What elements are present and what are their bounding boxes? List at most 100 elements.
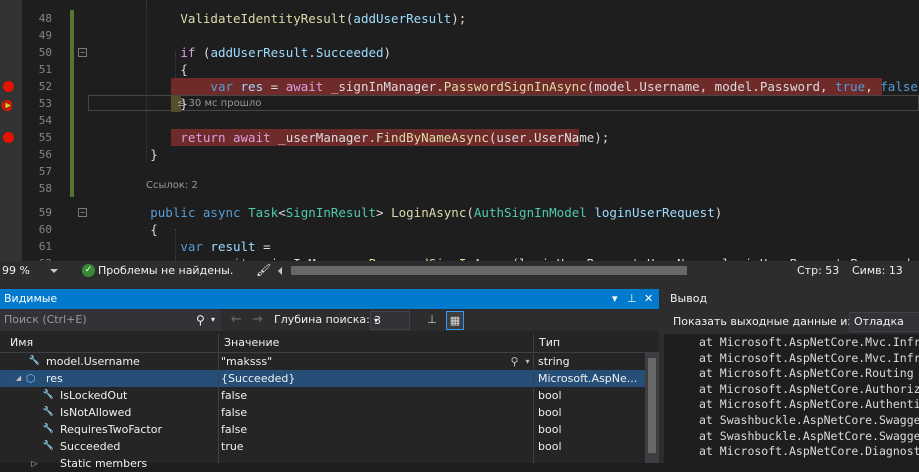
table-row[interactable]: 🔧 IsNotAllowed false bool — [0, 404, 645, 421]
line-number: 58 — [38, 182, 52, 195]
code-line-55[interactable]: 55 return await _userManager.FindByNameA… — [0, 129, 919, 146]
cursor-line: Стр: 53 — [797, 264, 840, 277]
code-line-50[interactable]: 50 − if (addUserResult.Succeeded) — [0, 44, 919, 61]
variable-name: Static members — [60, 457, 148, 470]
variable-name: RequiresTwoFactor — [60, 423, 163, 436]
variable-value[interactable]: false — [221, 421, 531, 438]
column-name[interactable]: Имя — [4, 334, 33, 352]
table-row[interactable]: 🔧 RequiresTwoFactor false bool — [0, 421, 645, 438]
output-line: at Swashbuckle.AspNetCore.Swagge — [699, 413, 919, 427]
code-line-59[interactable]: 59 − public async Task<SignInResult> Logi… — [0, 204, 919, 221]
code-line-58[interactable]: 58 — [0, 180, 919, 197]
table-row[interactable]: ▷ Static members — [0, 455, 645, 472]
pin-icon[interactable]: ⊥ — [424, 311, 440, 328]
variable-type: Microsoft.AspNe... — [538, 372, 638, 385]
hex-display-icon[interactable]: ▦ — [446, 311, 464, 330]
zoom-level[interactable]: 99 % — [2, 261, 30, 280]
code-line-57[interactable]: 57 — [0, 163, 919, 180]
line-number: 59 — [38, 206, 52, 219]
code-text: public async Task<SignInResult> LoginAsy… — [150, 205, 723, 220]
code-text: var result = — [180, 239, 271, 254]
line-number: 51 — [38, 63, 52, 76]
variable-value[interactable]: true — [221, 438, 531, 455]
line-number: 57 — [38, 165, 52, 178]
close-icon[interactable]: ✕ — [644, 289, 653, 309]
brush-icon[interactable]: 🖌 — [256, 261, 271, 280]
issues-status[interactable]: Проблемы не найдены. — [98, 261, 233, 280]
editor-status-strip: 99 % ✓ Проблемы не найдены. 🖌 Стр: 53 Си… — [0, 261, 919, 280]
output-source-select[interactable]: Отладка — [849, 312, 919, 332]
table-row[interactable]: 🔧 model.Username "maksss" ⚲ ▾ string — [0, 353, 645, 370]
breakpoint-icon[interactable] — [3, 81, 14, 92]
code-line-54[interactable]: 54 — [0, 112, 919, 129]
output-line: at Microsoft.AspNetCore.Authenti — [699, 397, 919, 412]
code-editor[interactable]: 48 ValidateIdentityResult(addUserResult)… — [0, 0, 919, 261]
output-line: at Microsoft.AspNetCore.Mvc.Infr — [699, 350, 919, 365]
perf-tip[interactable]: ≤ 30 мс прошло — [177, 95, 261, 112]
code-text: } — [90, 147, 158, 162]
forward-arrow-icon[interactable]: → — [252, 309, 263, 331]
variable-type: bool — [538, 406, 562, 419]
code-line-56[interactable]: 56 } — [0, 146, 919, 163]
table-row[interactable]: 🔧 Succeeded true bool — [0, 438, 645, 455]
back-arrow-icon[interactable]: ← — [231, 309, 242, 331]
locals-window[interactable]: Видимые ▾ ⊥ ✕ Поиск (Ctrl+E) ⚲ ▾ ← → Глу… — [0, 289, 659, 470]
table-row[interactable]: 🔧 IsLockedOut false bool — [0, 387, 645, 404]
line-number: 52 — [38, 80, 52, 93]
search-icon[interactable]: ⚲ — [196, 309, 205, 331]
cursor-column: Симв: 13 — [852, 264, 903, 277]
output-line: at Microsoft.AspNetCore.Authoriz — [699, 381, 919, 396]
line-number: 61 — [38, 240, 52, 253]
variable-type: bool — [538, 440, 562, 453]
output-line: at Microsoft.AspNetCore.Mvc.Infr — [699, 335, 919, 349]
code-line-60[interactable]: 60 { — [0, 221, 919, 238]
code-line-49[interactable]: 49 — [0, 27, 919, 44]
line-number: 56 — [38, 148, 52, 161]
code-line-52[interactable]: 52 var res = await _signInManager.Passwo… — [0, 78, 919, 95]
code-line-48[interactable]: 48 ValidateIdentityResult(addUserResult)… — [0, 10, 919, 27]
variable-value[interactable]: "maksss" — [221, 353, 531, 370]
locals-toolbar: Поиск (Ctrl+E) ⚲ ▾ ← → Глубина поиска: 3… — [0, 309, 659, 331]
window-menu-icon[interactable]: ▾ — [612, 289, 618, 309]
search-depth-select[interactable]: 3 ▾ — [370, 311, 410, 330]
collapse-icon[interactable]: − — [78, 48, 87, 57]
locals-search-box[interactable]: Поиск (Ctrl+E) ⚲ ▾ — [0, 309, 221, 331]
code-lens-references[interactable]: Ссылок: 2 — [146, 179, 198, 193]
variable-name: IsNotAllowed — [60, 406, 132, 419]
collapse-icon[interactable]: − — [78, 208, 87, 217]
pin-icon[interactable]: ⊥ — [627, 289, 637, 309]
variable-type: string — [538, 355, 570, 368]
expand-icon[interactable]: ▷ — [28, 457, 41, 470]
output-line: at Microsoft.AspNetCore.Diagnost — [699, 444, 919, 459]
variable-value[interactable]: false — [221, 387, 531, 404]
horizontal-scrollbar-thumb[interactable] — [291, 266, 687, 275]
variable-value[interactable]: false — [221, 404, 531, 421]
variable-value[interactable]: {Succeeded} — [221, 370, 531, 387]
output-line: at Swashbuckle.AspNetCore.Swagge — [699, 428, 919, 443]
locals-vertical-scrollbar[interactable] — [645, 352, 659, 463]
check-icon: ✓ — [82, 264, 95, 277]
code-text: if (addUserResult.Succeeded) — [180, 45, 392, 60]
column-value[interactable]: Значение — [218, 334, 279, 352]
code-line-51[interactable]: 51 { — [0, 61, 919, 78]
text-visualizer-icon[interactable]: ⚲ — [508, 355, 521, 368]
column-type[interactable]: Тип — [533, 334, 560, 352]
code-line-53[interactable]: 53 ≤ 30 мс прошло } — [0, 95, 919, 112]
current-line-arrow-icon — [1, 97, 15, 111]
output-title-bar[interactable]: Вывод — [664, 289, 919, 309]
scroll-left-icon[interactable] — [278, 267, 282, 275]
table-row[interactable]: ◢ ⬡ res {Succeeded} Microsoft.AspNe... — [0, 370, 645, 387]
code-text: { — [90, 62, 188, 77]
locals-search-input[interactable]: Поиск (Ctrl+E) — [4, 309, 87, 331]
locals-title-bar[interactable]: Видимые ▾ ⊥ ✕ — [0, 289, 659, 309]
output-window[interactable]: Вывод Показать выходные данные из: Отлад… — [664, 289, 919, 463]
code-line-61[interactable]: 61 var result = — [0, 238, 919, 255]
output-toolbar: Показать выходные данные из: Отладка — [664, 309, 919, 334]
breakpoint-icon[interactable] — [3, 132, 14, 143]
variable-type: bool — [538, 389, 562, 402]
search-depth-label: Глубина поиска: — [274, 313, 370, 326]
search-options-icon[interactable]: ▾ — [211, 309, 215, 331]
code-text: { — [90, 222, 158, 237]
object-icon: ⬡ — [25, 372, 36, 385]
zoom-dropdown-icon[interactable] — [50, 269, 58, 273]
